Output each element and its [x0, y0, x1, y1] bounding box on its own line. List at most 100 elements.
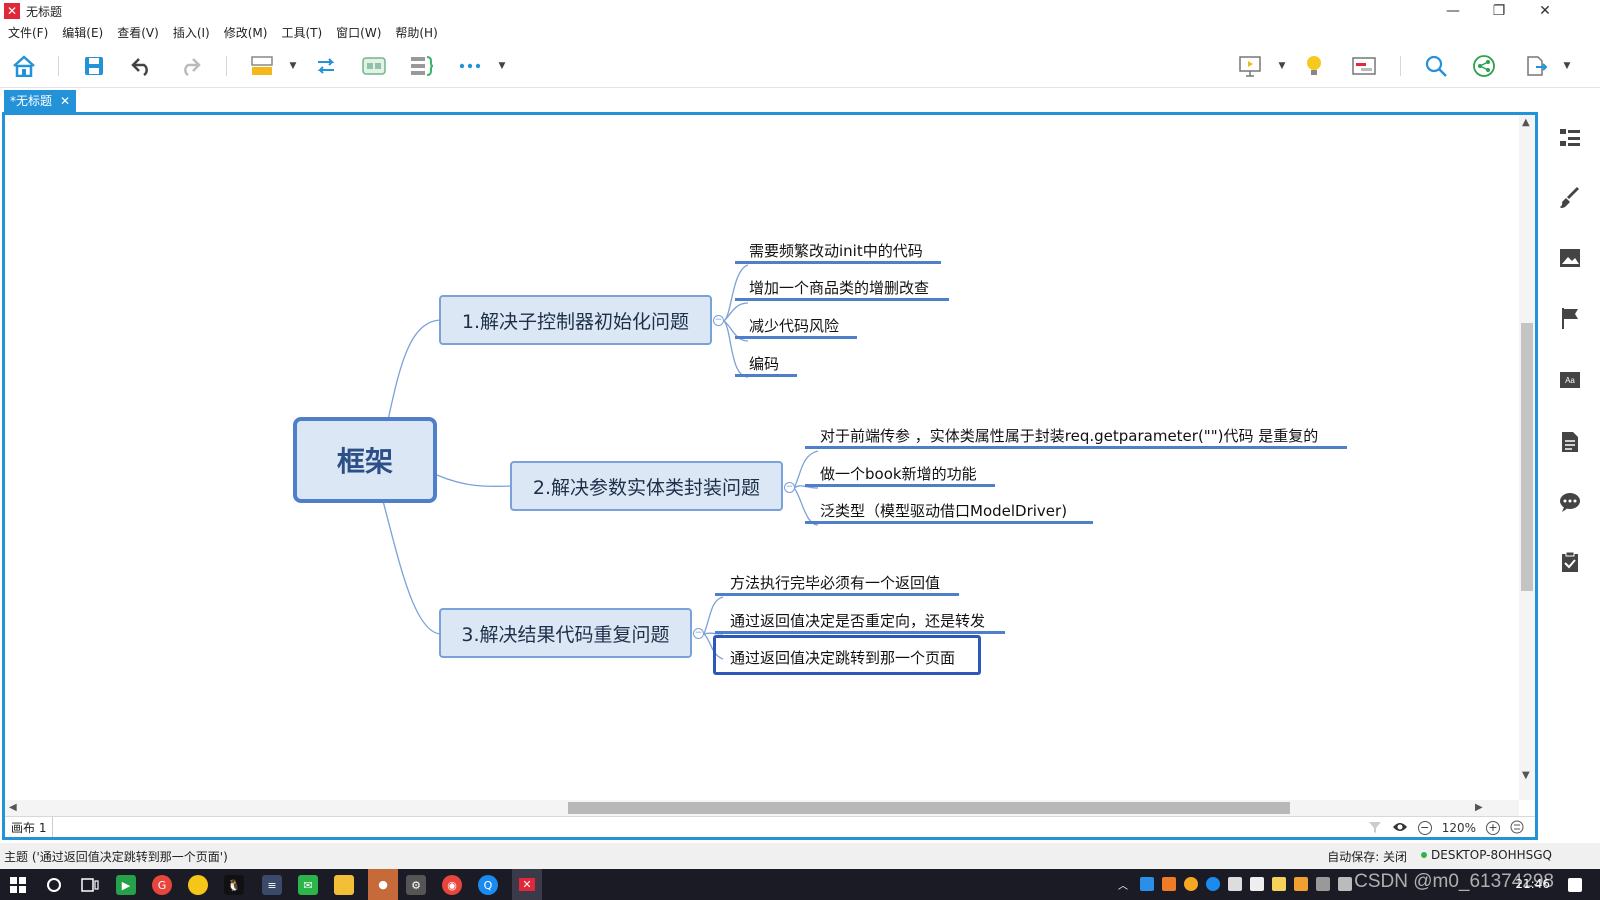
- mindmap-canvas[interactable]: 框架 1.解决子控制器初始化问题 − 2.解决参数实体类封装问题 − 3.解决结…: [2, 112, 1538, 840]
- subtopic[interactable]: 减少代码风险: [749, 315, 839, 336]
- scroll-left-icon[interactable]: ◀: [9, 802, 17, 813]
- tray-app-icon[interactable]: [1140, 877, 1154, 891]
- tray-app-icon[interactable]: [1228, 877, 1242, 891]
- more-icon[interactable]: [456, 52, 484, 80]
- filter-icon[interactable]: [1368, 820, 1382, 837]
- autosave-status[interactable]: 自动保存: 关闭: [1327, 848, 1407, 865]
- tray-app-icon[interactable]: [1162, 877, 1176, 891]
- brainstorm-icon[interactable]: [1300, 52, 1328, 80]
- windows-start-icon[interactable]: [8, 875, 28, 895]
- menu-tools[interactable]: 工具(T): [281, 24, 322, 41]
- close-button[interactable]: ✕: [1522, 0, 1568, 22]
- active-app-taskbar-icon[interactable]: ●: [368, 869, 398, 900]
- summary-icon[interactable]: [408, 52, 436, 80]
- scroll-up-icon[interactable]: ▲: [1522, 117, 1530, 128]
- subtopic[interactable]: 做一个book新增的功能: [820, 463, 977, 484]
- branch-topic-3[interactable]: 3.解决结果代码重复问题: [439, 608, 692, 658]
- gantt-icon[interactable]: [1350, 52, 1378, 80]
- browser-taskbar-icon[interactable]: G: [152, 875, 172, 895]
- home-icon[interactable]: [10, 52, 38, 80]
- outline-icon[interactable]: [1558, 126, 1582, 150]
- app-taskbar-icon[interactable]: Q: [478, 875, 498, 895]
- subtopic[interactable]: 泛类型（模型驱动借口ModelDriver): [820, 500, 1067, 521]
- export-dropdown-caret-icon[interactable]: ▼: [1562, 58, 1572, 74]
- collapse-toggle-icon[interactable]: −: [713, 315, 724, 326]
- cloud-tray-icon[interactable]: [1338, 877, 1352, 891]
- topic-dropdown-caret-icon[interactable]: ▼: [288, 58, 298, 74]
- presentation-dropdown-caret-icon[interactable]: ▼: [1277, 58, 1287, 74]
- maximize-button[interactable]: ❐: [1476, 0, 1522, 22]
- tray-overflow-icon[interactable]: ︿: [1118, 877, 1132, 892]
- menu-modify[interactable]: 修改(M): [224, 24, 268, 41]
- relationship-icon[interactable]: [312, 52, 340, 80]
- shield-tray-icon[interactable]: [1294, 877, 1308, 891]
- menu-help[interactable]: 帮助(H): [395, 24, 437, 41]
- collapse-toggle-icon[interactable]: −: [784, 482, 795, 493]
- collapse-toggle-icon[interactable]: −: [693, 628, 704, 639]
- vertical-scroll-thumb[interactable]: [1521, 323, 1533, 591]
- scroll-down-icon[interactable]: ▼: [1522, 770, 1530, 781]
- root-topic[interactable]: 框架: [293, 417, 437, 503]
- tray-app-icon[interactable]: [1272, 877, 1286, 891]
- more-dropdown-caret-icon[interactable]: ▼: [497, 58, 507, 74]
- fit-map-icon[interactable]: [1510, 820, 1524, 837]
- settings-taskbar-icon[interactable]: ⚙: [406, 875, 426, 895]
- menu-view[interactable]: 查看(V): [117, 24, 159, 41]
- presentation-icon[interactable]: [1236, 52, 1264, 80]
- save-icon[interactable]: [80, 52, 108, 80]
- marker-icon[interactable]: [1558, 306, 1582, 330]
- chrome-taskbar-icon[interactable]: ◉: [442, 875, 462, 895]
- subtopic[interactable]: 需要频繁改动init中的代码: [749, 240, 923, 261]
- format-icon[interactable]: [1558, 186, 1582, 210]
- undo-icon[interactable]: [128, 52, 156, 80]
- search-icon[interactable]: [1422, 52, 1450, 80]
- comment-icon[interactable]: [1558, 490, 1582, 514]
- skype-tray-icon[interactable]: [1206, 877, 1220, 891]
- app-taskbar-icon[interactable]: [188, 875, 208, 895]
- subtopic[interactable]: 对于前端传参 ，实体类属性属于封装req.getparameter("")代码 …: [820, 425, 1318, 446]
- tab-close-icon[interactable]: ✕: [60, 90, 70, 112]
- notification-icon[interactable]: [1568, 878, 1582, 892]
- tray-app-icon[interactable]: [1316, 877, 1330, 891]
- task-icon[interactable]: [1558, 550, 1582, 574]
- task-view-icon[interactable]: [80, 875, 100, 895]
- share-icon[interactable]: [1470, 52, 1498, 80]
- menu-window[interactable]: 窗口(W): [336, 24, 381, 41]
- branch-topic-2[interactable]: 2.解决参数实体类封装问题: [510, 461, 783, 511]
- app-taskbar-icon[interactable]: ≡: [262, 875, 282, 895]
- minimize-button[interactable]: —: [1430, 0, 1476, 22]
- file-explorer-icon[interactable]: [334, 875, 354, 895]
- boundary-icon[interactable]: [360, 52, 388, 80]
- wechat-taskbar-icon[interactable]: ✉: [298, 875, 318, 895]
- menu-file[interactable]: 文件(F): [8, 24, 48, 41]
- subtopic[interactable]: 编码: [749, 353, 779, 374]
- search-taskbar-icon[interactable]: [44, 875, 64, 895]
- zoom-in-button[interactable]: +: [1486, 821, 1500, 835]
- horizontal-scrollbar[interactable]: ◀ ▶: [5, 800, 1519, 816]
- app-taskbar-icon[interactable]: ▶: [116, 875, 136, 895]
- subtopic[interactable]: 增加一个商品类的增删改查: [749, 277, 929, 298]
- text-format-icon[interactable]: Aa: [1558, 368, 1582, 392]
- vertical-scrollbar[interactable]: ▲ ▼: [1519, 115, 1535, 800]
- export-icon[interactable]: [1522, 52, 1550, 80]
- scroll-right-icon[interactable]: ▶: [1475, 802, 1483, 813]
- branch-topic-1[interactable]: 1.解决子控制器初始化问题: [439, 295, 712, 345]
- subtopic[interactable]: 通过返回值决定是否重定向，还是转发: [730, 610, 985, 631]
- notes-icon[interactable]: [1558, 430, 1582, 454]
- qq-taskbar-icon[interactable]: 🐧: [224, 875, 244, 895]
- tray-app-icon[interactable]: [1250, 877, 1264, 891]
- eye-icon[interactable]: [1392, 821, 1408, 836]
- tab-untitled[interactable]: *无标题 ✕: [4, 90, 77, 112]
- tray-app-icon[interactable]: [1184, 877, 1198, 891]
- subtopic-selected[interactable]: 通过返回值决定跳转到那一个页面: [730, 647, 955, 668]
- menu-insert[interactable]: 插入(I): [173, 24, 210, 41]
- redo-icon[interactable]: [176, 52, 204, 80]
- xmind-taskbar-icon[interactable]: ✕: [512, 869, 542, 900]
- zoom-out-button[interactable]: −: [1417, 821, 1432, 835]
- subtopic[interactable]: 方法执行完毕必须有一个返回值: [730, 572, 940, 593]
- sheet-tab[interactable]: 画布 1: [5, 816, 54, 837]
- clock[interactable]: 21:46: [1515, 877, 1550, 891]
- image-icon[interactable]: [1558, 246, 1582, 270]
- horizontal-scroll-thumb[interactable]: [568, 802, 1290, 814]
- menu-edit[interactable]: 编辑(E): [62, 24, 103, 41]
